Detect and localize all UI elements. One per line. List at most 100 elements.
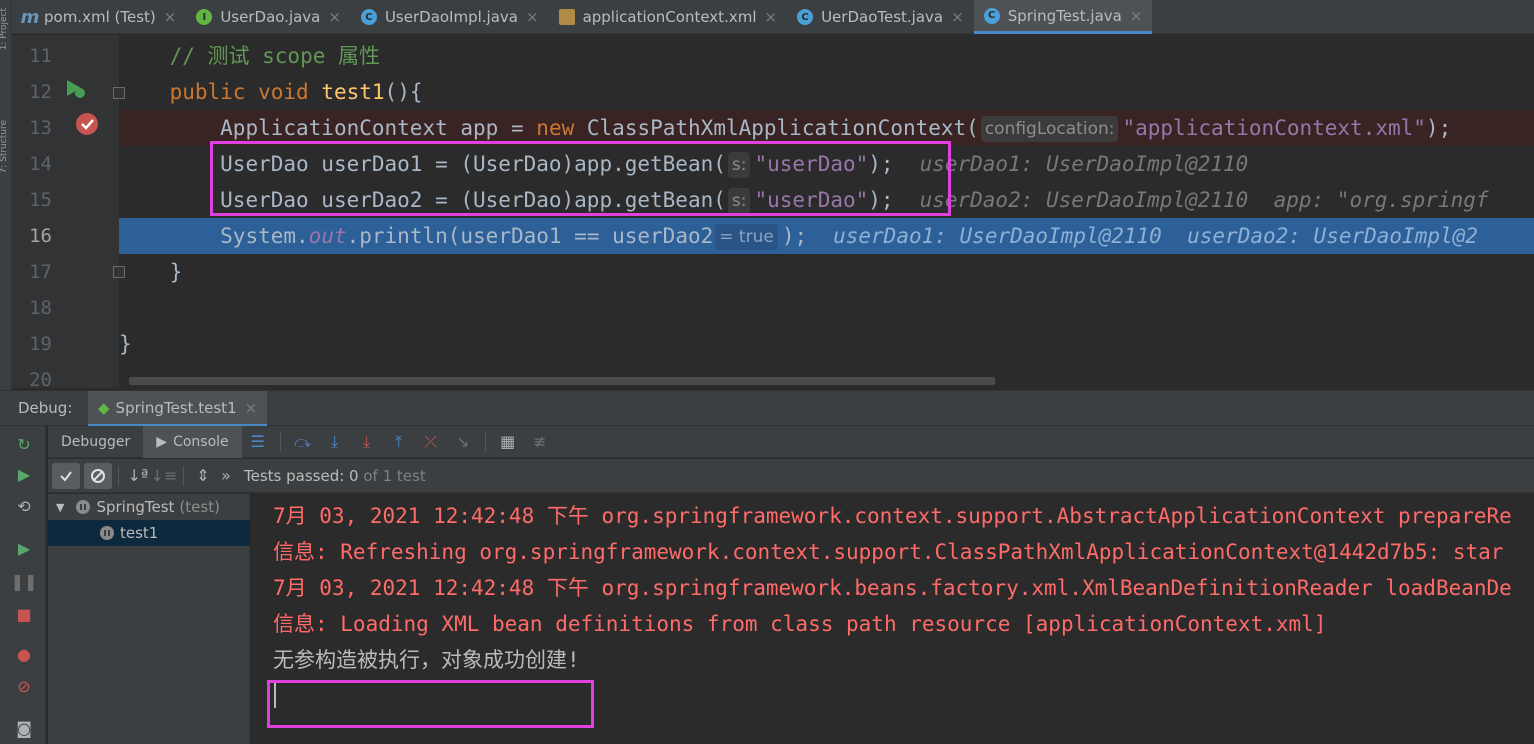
run-test-icon[interactable]: [64, 77, 86, 99]
view-breakpoints-icon[interactable]: ●: [14, 644, 34, 664]
more-icon[interactable]: »: [216, 460, 236, 492]
keyword: new: [536, 116, 575, 140]
code-line-17[interactable]: 17 }: [12, 254, 1534, 290]
step-into-icon[interactable]: ⤓: [351, 426, 383, 458]
trace-icon[interactable]: ≢: [524, 426, 556, 458]
paused-icon: [76, 500, 91, 514]
code-text: ClassPathXmlApplicationContext(: [586, 116, 979, 140]
tab-uerdaotest[interactable]: C UerDaoTest.java ×: [787, 0, 974, 34]
tab-applicationcontext[interactable]: applicationContext.xml ×: [549, 0, 788, 34]
close-icon[interactable]: ×: [328, 8, 341, 26]
close-icon[interactable]: ×: [526, 8, 539, 26]
fold-marker-icon[interactable]: [113, 87, 125, 99]
camera-icon[interactable]: ◙: [14, 718, 34, 738]
code-line-16-current[interactable]: 16 System.out.println(userDao1 == userDa…: [12, 218, 1534, 254]
debug-label: Debug:: [18, 399, 73, 417]
rerun-icon[interactable]: ↻: [14, 434, 34, 454]
code-line-12[interactable]: 12 public void test1(){: [12, 74, 1534, 110]
tab-springtest[interactable]: C SpringTest.java ×: [973, 0, 1153, 34]
breakpoint-icon[interactable]: [76, 113, 98, 135]
structure-strip-label[interactable]: 7: Structure: [0, 120, 9, 174]
close-icon[interactable]: ×: [164, 8, 177, 26]
tab-userdao[interactable]: I UserDao.java ×: [186, 0, 351, 34]
close-icon[interactable]: ×: [765, 8, 778, 26]
close-icon[interactable]: ×: [1130, 7, 1143, 25]
console-line: 信息: Loading XML bean definitions from cl…: [273, 612, 1327, 636]
line-number: 12: [29, 81, 52, 103]
expand-arrow-icon[interactable]: ▼: [56, 501, 64, 514]
close-icon[interactable]: ×: [245, 399, 258, 417]
code-text: }: [169, 260, 183, 284]
line-code[interactable]: System.out.println(userDao1 == userDao2 =…: [119, 218, 1534, 254]
tab-label: UserDaoImpl.java: [384, 8, 518, 26]
resume-icon[interactable]: ▶: [14, 538, 34, 558]
inline-debug-value: userDao2: UserDaoImpl@2110 app: "org.spr…: [919, 188, 1489, 212]
line-code[interactable]: public void test1(){: [119, 74, 1534, 110]
code-text: .println(userDao1 == userDao2: [346, 224, 714, 248]
drop-frame-icon[interactable]: ⤫: [415, 426, 447, 458]
pause-icon[interactable]: ❚❚: [11, 571, 38, 591]
code-line-18[interactable]: 18: [12, 290, 1534, 326]
debug-side-toolbar: ↻ ▶ ⟲ ▶ ❚❚ ■ ● ⊘ ◙: [0, 426, 46, 744]
rerun-failed-icon[interactable]: ▶: [14, 464, 34, 484]
close-icon[interactable]: ×: [951, 8, 964, 26]
tab-console[interactable]: ▶ Console: [143, 425, 242, 458]
tab-pom-xml[interactable]: m pom.xml (Test) ×: [12, 0, 186, 34]
sort-alphabetically-icon[interactable]: ↓ª: [125, 460, 151, 492]
expand-all-icon[interactable]: ⇕: [190, 460, 216, 492]
line-code[interactable]: }: [119, 254, 1534, 290]
line-number: 17: [29, 261, 52, 283]
line-code[interactable]: // 测试 scope 属性: [119, 38, 1534, 74]
string-literal: "applicationContext.xml": [1122, 116, 1426, 140]
mute-breakpoints-icon[interactable]: ⊘: [14, 676, 34, 696]
step-over-icon[interactable]: ⤓: [319, 426, 351, 458]
tree-item-label: test1: [120, 524, 159, 542]
test-tree[interactable]: ▼ SpringTest (test) test1: [48, 494, 250, 744]
editor-horizontal-scrollbar[interactable]: [129, 377, 995, 385]
tab-label: Console: [173, 433, 229, 450]
evaluate-expression-icon[interactable]: ▦: [492, 426, 524, 458]
fold-marker-icon[interactable]: [113, 266, 125, 278]
console-line: 无参构造被执行，对象成功创建!: [273, 648, 580, 672]
tab-userdaoimpl[interactable]: C UserDaoImpl.java ×: [351, 0, 549, 34]
line-code[interactable]: }: [119, 326, 1534, 362]
toolbar-separator: [118, 465, 119, 486]
debug-session-tab[interactable]: ◆ SpringTest.test1 ×: [88, 391, 268, 427]
class-icon: C: [360, 9, 377, 25]
tree-item-test1[interactable]: test1: [48, 520, 250, 546]
annotation-highlight-box: [210, 141, 951, 216]
project-strip-label[interactable]: 1: Project: [0, 8, 9, 50]
line-number: 11: [29, 45, 52, 67]
debug-session-icon: ◆: [98, 398, 110, 417]
tab-label: pom.xml (Test): [44, 8, 156, 26]
status-prefix: Tests passed:: [244, 466, 350, 485]
tests-toolbar: ↓ª ↓≡ ⇕ » Tests passed: 0 of 1 test: [48, 459, 1534, 493]
tab-debugger[interactable]: Debugger: [48, 426, 143, 458]
tab-label: UserDao.java: [220, 8, 321, 26]
show-ignored-icon[interactable]: [84, 462, 112, 489]
line-code[interactable]: [119, 290, 1534, 326]
console-line: 7月 03, 2021 12:42:48 下午 org.springframew…: [273, 576, 1512, 600]
static-field: out: [308, 224, 347, 248]
code-line-19[interactable]: 19 }: [12, 326, 1534, 362]
code-text: =: [510, 116, 524, 140]
sort-by-duration-icon[interactable]: ↓≡: [151, 460, 178, 492]
toggle-auto-test-icon[interactable]: ⟲: [14, 496, 34, 516]
keyword: void: [258, 80, 309, 104]
parameter-hint: configLocation:: [980, 116, 1119, 142]
code-text: (){: [384, 80, 423, 104]
step-out-icon[interactable]: ⤒: [383, 426, 415, 458]
comment-text: // 测试 scope 属性: [169, 44, 381, 68]
console-line: 信息: Refreshing org.springframework.conte…: [273, 540, 1504, 564]
run-to-cursor-icon[interactable]: ↘: [447, 426, 479, 458]
code-text: );: [1425, 116, 1452, 140]
stop-icon[interactable]: ■: [14, 604, 34, 624]
keyword: public: [169, 80, 246, 104]
code-line-11[interactable]: 11 // 测试 scope 属性: [12, 38, 1534, 74]
tree-item-springtest[interactable]: ▼ SpringTest (test): [48, 494, 250, 520]
show-passed-icon[interactable]: [52, 462, 80, 489]
toolbar-separator: [484, 431, 486, 452]
project-tool-strip[interactable]: 1: Project 7: Structure: [0, 0, 12, 390]
menu-icon[interactable]: ☰: [242, 426, 274, 458]
show-execution-point-icon[interactable]: ⤼: [287, 426, 319, 458]
